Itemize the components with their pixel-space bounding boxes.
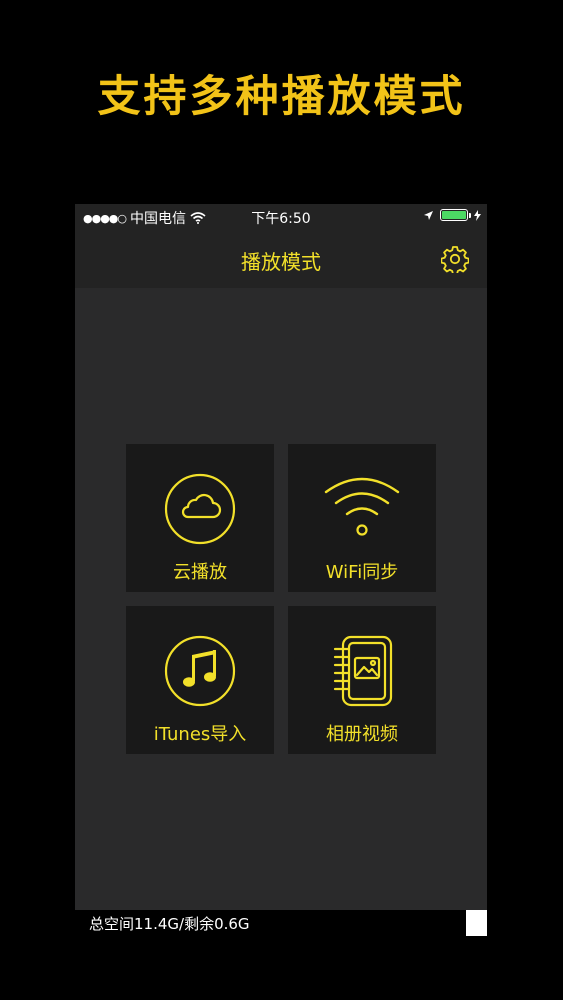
page-title: 播放模式 [241, 250, 321, 274]
wifi-sync-tile[interactable]: WiFi同步 [288, 444, 436, 592]
settings-gear-icon[interactable] [441, 245, 469, 273]
charging-bolt-icon [474, 209, 481, 221]
status-right [423, 209, 481, 221]
wifi-sync-label: WiFi同步 [325, 562, 399, 583]
photo-album-icon [333, 635, 393, 707]
cloud-play-label: 云播放 [173, 562, 227, 583]
status-bar: ●●●●○ 中国电信 下午6:50 [75, 204, 487, 230]
wifi-icon [324, 477, 400, 536]
music-note-icon [164, 635, 236, 707]
album-video-label: 相册视频 [326, 724, 398, 745]
battery-fill [442, 211, 466, 219]
location-arrow-icon [424, 210, 433, 220]
nav-bar: 播放模式 [75, 230, 487, 288]
album-video-tile[interactable]: 相册视频 [288, 606, 436, 754]
battery-icon [440, 209, 471, 221]
storage-indicator [466, 910, 487, 936]
storage-info: 总空间11.4G/剩余0.6G [89, 915, 250, 933]
cloud-play-tile[interactable]: 云播放 [126, 444, 274, 592]
play-mode-grid: 云播放 WiFi同步 iTunes导入 相册视频 [126, 444, 436, 754]
cloud-icon [164, 473, 236, 545]
phone-screen: ●●●●○ 中国电信 下午6:50 播放模式 云播放 WiFi同步 iTunes… [75, 204, 487, 936]
itunes-import-label: iTunes导入 [153, 724, 247, 745]
storage-bar: 总空间11.4G/剩余0.6G [75, 910, 487, 936]
promo-title: 支持多种播放模式 [97, 72, 466, 122]
itunes-import-tile[interactable]: iTunes导入 [126, 606, 274, 754]
